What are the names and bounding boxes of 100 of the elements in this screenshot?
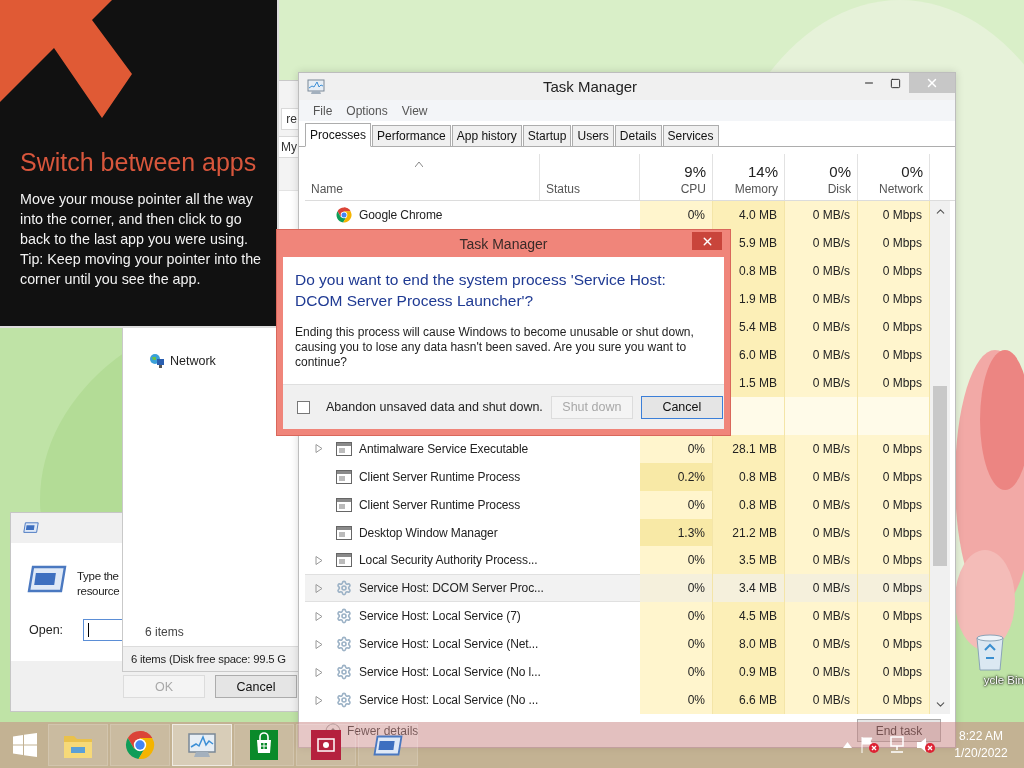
table-cell: 0 MB/s [785, 630, 858, 659]
table-cell: 0 MB/s [785, 686, 858, 715]
explorer-item[interactable]: Network [149, 353, 216, 369]
table-cell: 6.6 MB [713, 686, 785, 715]
cancel-button[interactable]: Cancel [215, 675, 297, 698]
table-cell: 28.1 MB [713, 434, 785, 463]
table-cell: 4.5 MB [713, 602, 785, 631]
table-cell: 0% [640, 490, 713, 519]
dialog-title: Task Manager [459, 235, 548, 252]
table-cell: 0% [640, 434, 713, 463]
tip-title: Switch between apps [20, 148, 257, 177]
column-label: Name [311, 182, 343, 197]
column-header[interactable]: 14% Memory [713, 153, 785, 201]
table-cell: 0 MB/s [785, 490, 858, 519]
table-cell: 0% [640, 602, 713, 631]
process-name: Service Host: Local Service (Net... [359, 637, 539, 652]
table-cell: 0% [640, 630, 713, 659]
table-cell: 0 MB/s [785, 368, 858, 397]
table-cell: 0% [640, 574, 713, 603]
table-cell: 0 Mbps [858, 546, 930, 575]
process-name: Service Host: Local Service (No ... [359, 693, 539, 708]
table-cell: 0 Mbps [858, 602, 930, 631]
dialog-question: Do you want to end the system process 'Service Host: DCOM Server Process Launcher'? [295, 270, 667, 311]
column-header[interactable]: Name [305, 153, 540, 201]
tab[interactable]: Users [572, 124, 614, 146]
table-cell: 0.9 MB [713, 658, 785, 687]
table-cell: 0 MB/s [785, 602, 858, 631]
table-cell: 3.5 MB [713, 546, 785, 575]
dialog-message: Ending this process will cause Windows to become unusable or shut down, causing you to lose any data hasn't been saved. Are you sure you want to continue? [295, 325, 695, 370]
table-cell: 0% [640, 686, 713, 715]
table-cell: 0 Mbps [858, 462, 930, 491]
table-cell: 0% [640, 201, 713, 230]
table-cell: 0 MB/s [785, 312, 858, 341]
table-cell: 0 Mbps [858, 312, 930, 341]
column-label: CPU [680, 182, 706, 197]
table-cell: 0 MB/s [785, 546, 858, 575]
table-cell: 0 MB/s [785, 257, 858, 285]
usage-total: 9% [684, 163, 706, 181]
process-name: Google Chrome [359, 208, 443, 223]
table-cell: 0 MB/s [785, 229, 858, 257]
process-name: Client Server Runtime Process [359, 497, 521, 512]
column-label: Network [879, 182, 923, 197]
menu-item[interactable]: Options [346, 103, 388, 118]
process-name: Local Security Authority Process... [359, 553, 538, 568]
usage-total: 0% [901, 163, 923, 181]
tab[interactable]: Processes [305, 122, 372, 147]
text-field[interactable]: re [281, 108, 298, 130]
table-cell: 0 MB/s [785, 518, 858, 547]
process-name: Client Server Runtime Process [359, 469, 521, 484]
table-cell: 0 MB/s [785, 284, 858, 313]
table-cell: 0 Mbps [858, 518, 930, 547]
table-cell: 0 Mbps [858, 340, 930, 369]
table-cell: 0 MB/s [785, 462, 858, 491]
column-header[interactable]: 9% CPU [640, 153, 713, 201]
window-title: Task Manager [542, 78, 638, 96]
table-cell: 0% [640, 546, 713, 575]
table-cell: 0 MB/s [785, 340, 858, 369]
table-cell: 0 Mbps [858, 630, 930, 659]
table-cell: 0 Mbps [858, 284, 930, 313]
tab[interactable]: Services [662, 124, 719, 146]
menu-item[interactable]: View [401, 103, 428, 118]
menu-item[interactable]: File [313, 103, 333, 118]
clock-time: 8:22 AM [959, 728, 1003, 745]
tab[interactable]: Performance [372, 124, 451, 146]
end-task-button[interactable]: End task [857, 719, 941, 743]
tip-text: Tip: Keep moving your pointer into the corner until you see the app. [20, 250, 263, 289]
open-label: Open: [29, 623, 64, 637]
usage-total: 0% [829, 163, 851, 181]
table-cell: 0.8 MB [713, 490, 785, 519]
usage-total: 14% [747, 163, 778, 181]
tab[interactable]: App history [451, 124, 522, 146]
table-cell: 0 Mbps [858, 490, 930, 519]
process-name: Desktop Window Manager [359, 525, 498, 540]
table-cell: 1.3% [640, 518, 713, 547]
cancel-button[interactable]: Cancel [640, 395, 723, 419]
row-highlight[interactable]: Service Host: DCOM Server Proc... [305, 574, 640, 603]
column-header[interactable]: Status [540, 153, 640, 201]
table-cell: 21.2 MB [713, 518, 785, 547]
column-header[interactable]: 0% Disk [785, 153, 858, 201]
table-cell: 0.8 MB [713, 462, 785, 491]
table-cell: 3.4 MB [713, 574, 785, 603]
column-header[interactable]: 0% Network [858, 153, 930, 201]
table-cell: 8.0 MB [713, 630, 785, 659]
item-count: 6 items [145, 625, 184, 639]
process-name: Service Host: DCOM Server Proc... [359, 581, 544, 596]
column-label: Memory [734, 182, 778, 197]
table-cell: 0 Mbps [858, 434, 930, 463]
tab[interactable]: Details [614, 124, 662, 146]
table-cell: 0 MB/s [785, 434, 858, 463]
table-cell: 0 Mbps [858, 574, 930, 603]
column-label: Disk [827, 182, 851, 197]
process-name: Service Host: Local Service (7) [359, 609, 521, 624]
prompt-text: Type the resource [77, 569, 120, 599]
status-bar: 6 items (Disk free space: 99.5 G [123, 646, 298, 671]
table-cell: 0 Mbps [858, 368, 930, 397]
table-cell: 0 Mbps [858, 686, 930, 715]
recycle-bin-label: ycle Bin [983, 674, 1024, 686]
process-name: Antimalware Service Executable [359, 441, 529, 456]
table-cell: 0 Mbps [858, 257, 930, 285]
tab[interactable]: Startup [522, 124, 572, 146]
